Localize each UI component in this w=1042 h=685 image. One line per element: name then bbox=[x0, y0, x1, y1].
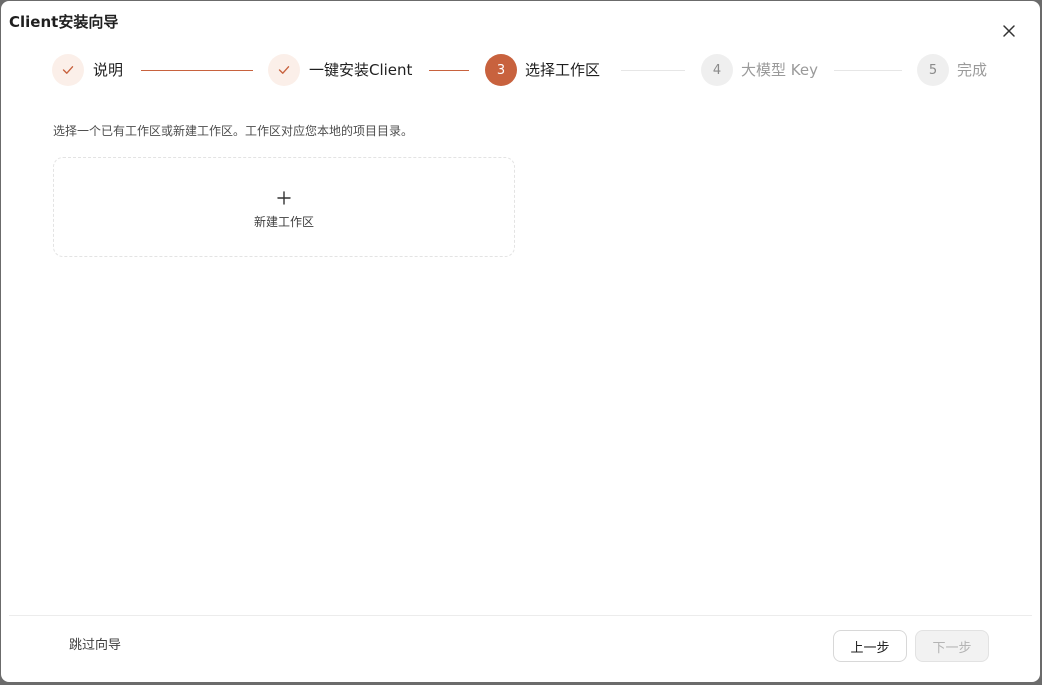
step-4-indicator: 4 bbox=[701, 54, 733, 86]
wizard-steps: 说明 一键安装Client 3 选择工作区 4 大模型 Key 5 完成 bbox=[1, 54, 1040, 86]
close-icon bbox=[1003, 25, 1015, 37]
check-icon bbox=[278, 66, 290, 74]
step-3-label: 选择工作区 bbox=[525, 61, 601, 79]
step-3-connector bbox=[621, 70, 685, 71]
step-2-label: 一键安装Client bbox=[309, 61, 413, 79]
install-wizard-dialog: Client安装向导 说明 一键安装Client 3 选择工作区 4 大模型 K… bbox=[1, 1, 1040, 682]
step-5-label: 完成 bbox=[957, 61, 988, 79]
footer-divider bbox=[9, 615, 1032, 616]
step-2-indicator bbox=[268, 54, 300, 86]
new-workspace-card[interactable]: 新建工作区 bbox=[53, 157, 515, 257]
step-1-connector bbox=[141, 70, 253, 71]
check-icon bbox=[62, 66, 74, 74]
step-4-label: 大模型 Key bbox=[741, 61, 818, 79]
step-1-indicator bbox=[52, 54, 84, 86]
step-1-label: 说明 bbox=[93, 61, 124, 79]
previous-step-button[interactable]: 上一步 bbox=[833, 630, 907, 662]
close-button[interactable] bbox=[999, 21, 1019, 41]
dialog-title: Client安装向导 bbox=[9, 13, 119, 31]
step-2-connector bbox=[429, 70, 469, 71]
step-4-connector bbox=[834, 70, 902, 71]
workspace-description: 选择一个已有工作区或新建工作区。工作区对应您本地的项目目录。 bbox=[53, 124, 414, 138]
step-3-indicator: 3 bbox=[485, 54, 517, 86]
skip-wizard-link[interactable]: 跳过向导 bbox=[69, 637, 121, 655]
plus-icon bbox=[277, 191, 291, 205]
new-workspace-label: 新建工作区 bbox=[253, 215, 314, 229]
next-step-button[interactable]: 下一步 bbox=[915, 630, 989, 662]
step-5-indicator: 5 bbox=[917, 54, 949, 86]
